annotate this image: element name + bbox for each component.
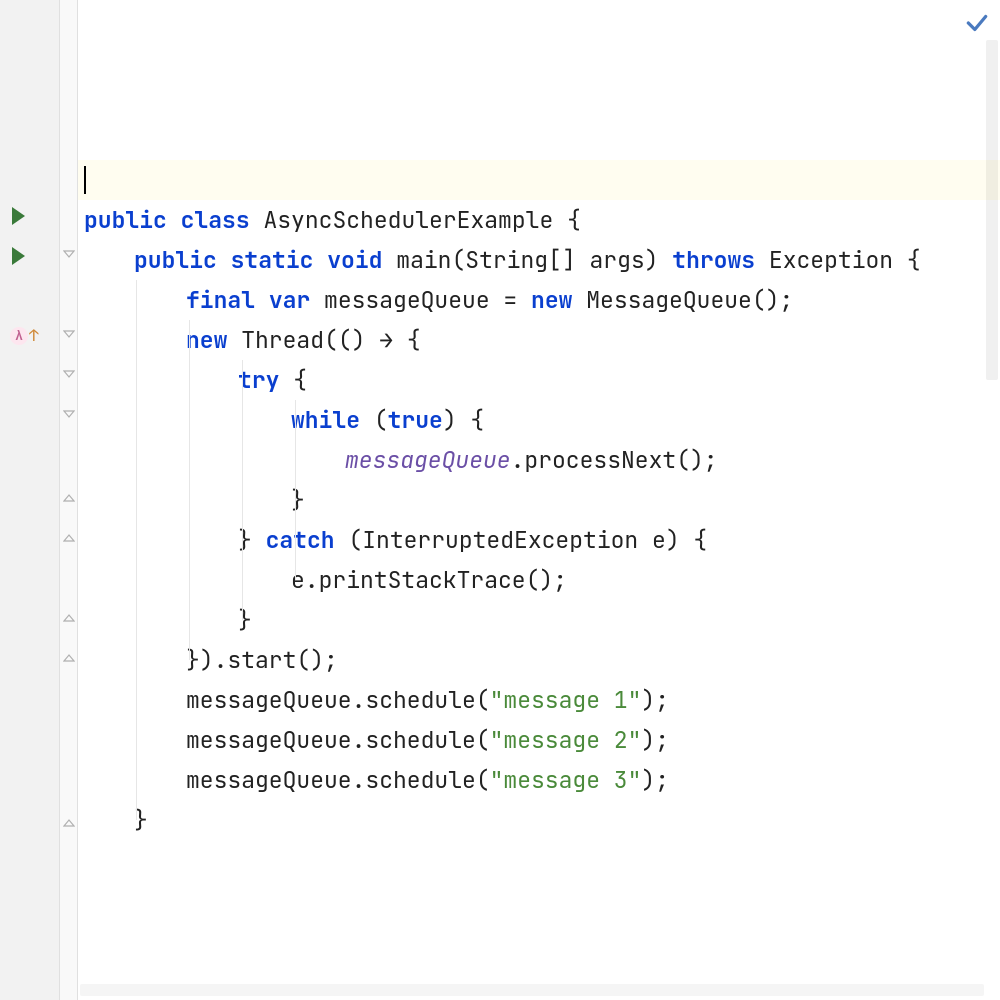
text-caret [84,166,86,194]
fold-toggle[interactable] [63,610,75,622]
code-line [78,0,1000,40]
code-editor[interactable]: public class AsyncSchedulerExample { pub… [78,0,1000,1000]
horizontal-scrollbar[interactable] [80,984,984,996]
fold-toggle[interactable] [63,650,75,662]
code-line: } catch (InterruptedException e) { [78,520,1000,560]
code-line: messageQueue.schedule("message 1"); [78,680,1000,720]
fold-toggle[interactable] [63,250,75,262]
run-class-icon[interactable] [12,207,25,225]
code-line: public class AsyncSchedulerExample { [78,200,1000,240]
code-line: try { [78,360,1000,400]
code-line: new Thread(() → { [78,320,1000,360]
code-line: } [78,480,1000,520]
vertical-scrollbar[interactable] [986,40,998,380]
code-line: messageQueue.schedule("message 2"); [78,720,1000,760]
run-main-icon[interactable] [12,247,25,265]
code-line: }).start(); [78,640,1000,680]
fold-toggle[interactable] [63,530,75,542]
fold-gutter [60,0,78,1000]
current-line [78,160,1000,200]
code-line: public static void main(String[] args) t… [78,240,1000,280]
code-line: } [78,800,1000,840]
code-line [78,80,1000,120]
code-line: while (true) { [78,400,1000,440]
code-line: final var messageQueue = new MessageQueu… [78,280,1000,320]
code-line: } [78,600,1000,640]
fold-toggle[interactable] [63,815,75,827]
lambda-icon[interactable]: λ↑ [10,325,39,346]
code-line [78,120,1000,160]
code-line: messageQueue.schedule("message 3"); [78,760,1000,800]
fold-toggle[interactable] [63,330,75,342]
left-gutter: λ↑ [0,0,60,1000]
code-line: messageQueue.processNext(); [78,440,1000,480]
fold-toggle[interactable] [63,490,75,502]
code-line: e.printStackTrace(); [78,560,1000,600]
fold-toggle[interactable] [63,410,75,422]
fold-toggle[interactable] [63,370,75,382]
code-line [78,40,1000,80]
